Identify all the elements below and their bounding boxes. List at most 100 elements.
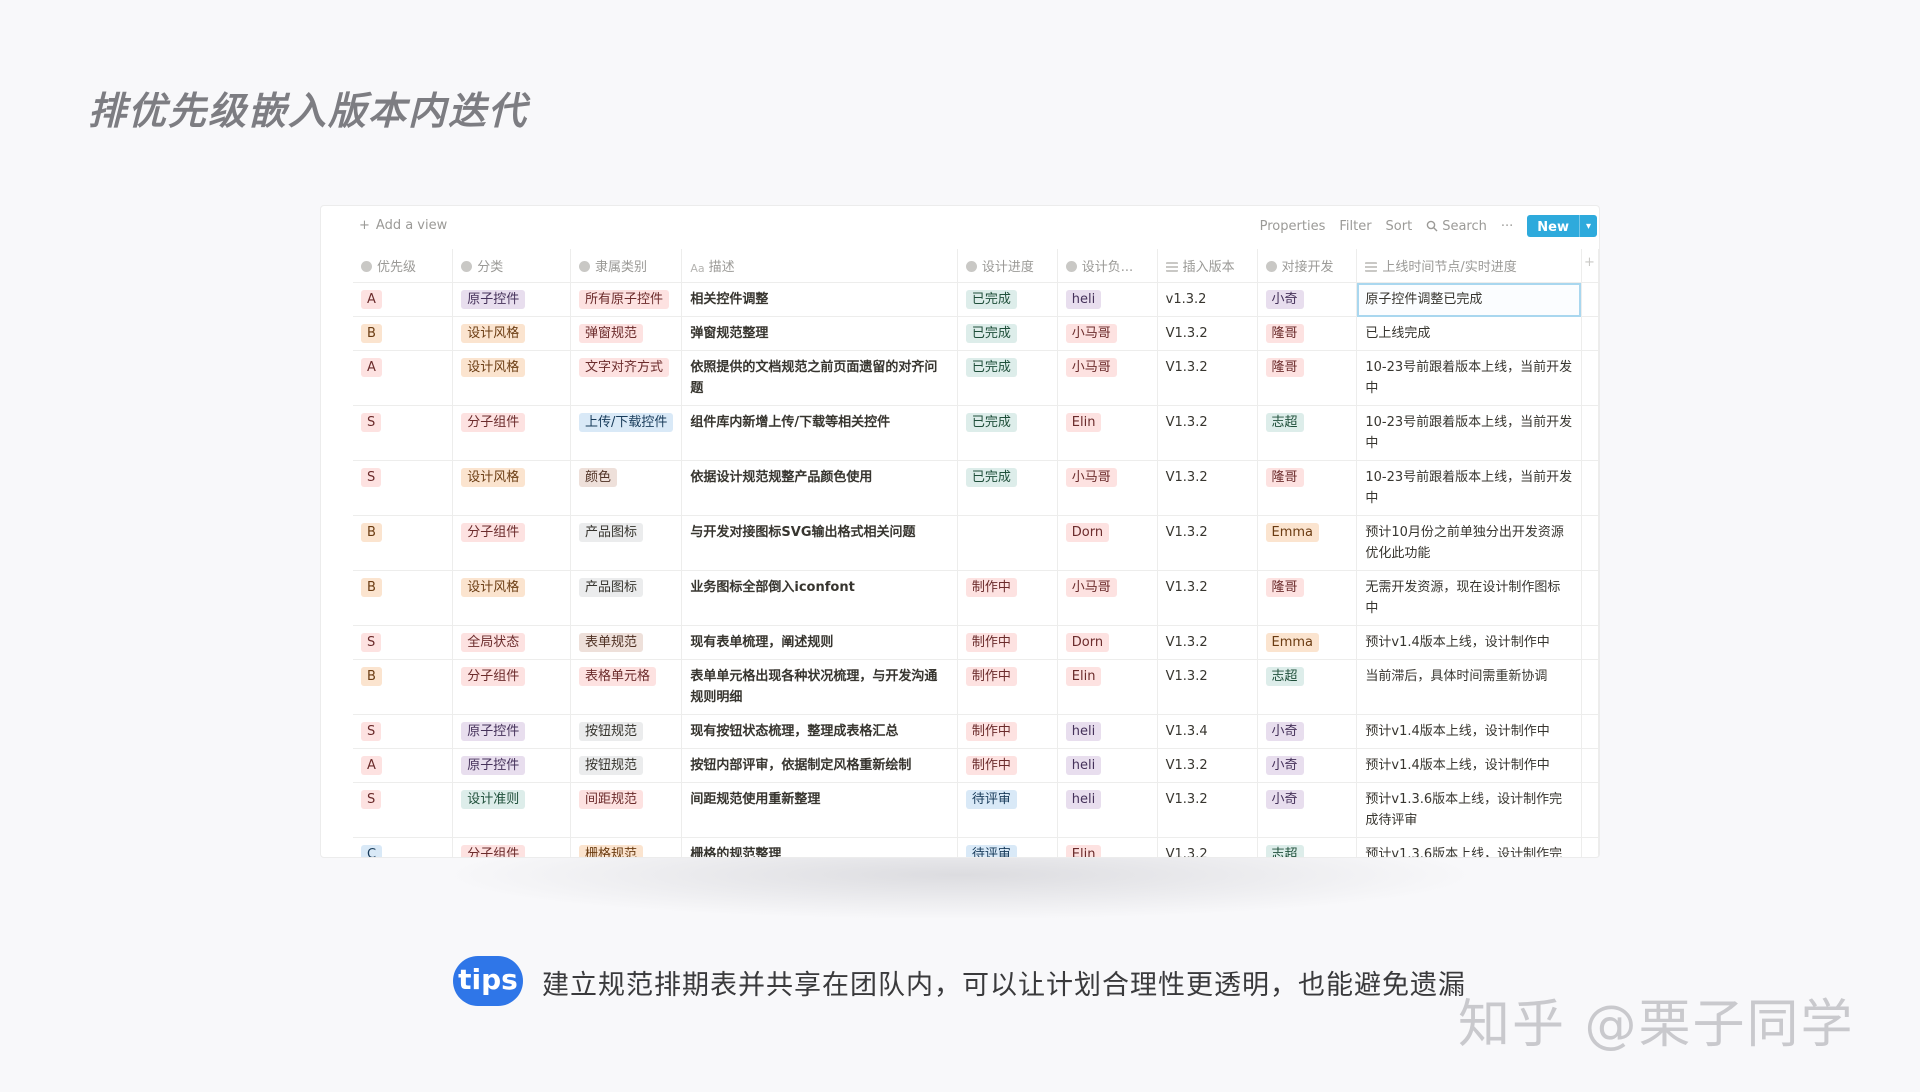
category-cell[interactable]: 分子组件 — [452, 405, 571, 461]
table-row[interactable]: A 原子控件 按钮规范 按钮内部评审，依据制定风格重新绘制 制作中 heli V1.3.2 小… — [353, 748, 1599, 783]
priority-cell[interactable]: S — [353, 405, 454, 461]
progress-cell[interactable]: 预计v1.3.6版本上线，设计制作完成待评审 — [1356, 782, 1582, 838]
group-cell[interactable]: 按钮规范 — [570, 748, 683, 783]
priority-cell[interactable]: S — [353, 460, 454, 516]
group-cell[interactable]: 产品图标 — [570, 515, 683, 571]
developer-cell[interactable]: 小奇 — [1257, 282, 1358, 317]
progress-cell[interactable]: 10-23号前跟着版本上线，当前开发中 — [1356, 350, 1582, 406]
designer-cell[interactable]: 小马哥 — [1057, 350, 1158, 406]
table-row[interactable]: B 分子组件 产品图标 与开发对接图标SVG输出格式相关问题 Dorn V1.3.2 Emm… — [353, 515, 1599, 571]
developer-cell[interactable]: 隆哥 — [1257, 316, 1358, 351]
description-cell[interactable]: 依据设计规范规整产品颜色使用 — [681, 460, 958, 516]
table-row[interactable]: B 分子组件 表格单元格 表单单元格出现各种状况梳理，与开发沟通规则明细 制作中 Elin… — [353, 659, 1599, 715]
table-row[interactable]: A 设计风格 文字对齐方式 依照提供的文档规范之前页面遗留的对齐问题 已完成 小马哥 V1.… — [353, 350, 1599, 406]
developer-cell[interactable]: 隆哥 — [1257, 460, 1358, 516]
developer-cell[interactable]: 小奇 — [1257, 782, 1358, 838]
designer-cell[interactable]: heli — [1057, 282, 1158, 317]
designer-cell[interactable]: Elin — [1057, 837, 1158, 857]
developer-cell[interactable]: 隆哥 — [1257, 350, 1358, 406]
progress-cell[interactable]: 10-23号前跟着版本上线，当前开发中 — [1356, 405, 1582, 461]
version-cell[interactable]: V1.3.2 — [1157, 350, 1258, 406]
version-cell[interactable]: V1.3.2 — [1157, 515, 1258, 571]
column-header[interactable]: 隶属类别 — [570, 249, 683, 283]
category-cell[interactable]: 设计风格 — [452, 570, 571, 626]
developer-cell[interactable]: Emma — [1257, 625, 1358, 660]
designer-cell[interactable]: heli — [1057, 748, 1158, 783]
version-cell[interactable]: V1.3.2 — [1157, 570, 1258, 626]
priority-cell[interactable]: A — [353, 350, 454, 406]
design-status-cell[interactable]: 待评审 — [957, 782, 1058, 838]
description-cell[interactable]: 表单单元格出现各种状况梳理，与开发沟通规则明细 — [681, 659, 958, 715]
priority-cell[interactable]: B — [353, 515, 454, 571]
group-cell[interactable]: 栅格规范 — [570, 837, 683, 857]
description-cell[interactable]: 间距规范使用重新整理 — [681, 782, 958, 838]
description-cell[interactable]: 现有表单梳理，阐述规则 — [681, 625, 958, 660]
version-cell[interactable]: V1.3.2 — [1157, 405, 1258, 461]
group-cell[interactable]: 弹窗规范 — [570, 316, 683, 351]
designer-cell[interactable]: 小马哥 — [1057, 460, 1158, 516]
designer-cell[interactable]: heli — [1057, 782, 1158, 838]
add-property-button[interactable]: + — [1581, 249, 1599, 283]
priority-cell[interactable]: B — [353, 570, 454, 626]
progress-cell[interactable]: 原子控件调整已完成 — [1356, 282, 1582, 317]
design-status-cell[interactable]: 制作中 — [957, 659, 1058, 715]
design-status-cell[interactable]: 制作中 — [957, 714, 1058, 749]
design-status-cell[interactable]: 制作中 — [957, 625, 1058, 660]
progress-cell[interactable]: 10-23号前跟着版本上线，当前开发中 — [1356, 460, 1582, 516]
description-cell[interactable]: 按钮内部评审，依据制定风格重新绘制 — [681, 748, 958, 783]
version-cell[interactable]: V1.3.2 — [1157, 659, 1258, 715]
sort-button[interactable]: Sort — [1386, 219, 1413, 234]
design-status-cell[interactable]: 已完成 — [957, 460, 1058, 516]
table-row[interactable]: S 设计风格 颜色 依据设计规范规整产品颜色使用 已完成 小马哥 V1.3.2 隆哥 10-23… — [353, 460, 1599, 516]
table-row[interactable]: A 原子控件 所有原子控件 相关控件调整 已完成 heli v1.3.2 小奇 原子控件调整已完… — [353, 282, 1599, 317]
designer-cell[interactable]: Elin — [1057, 659, 1158, 715]
category-cell[interactable]: 分子组件 — [452, 837, 571, 857]
design-status-cell[interactable]: 已完成 — [957, 316, 1058, 351]
description-cell[interactable]: 现有按钮状态梳理，整理成表格汇总 — [681, 714, 958, 749]
developer-cell[interactable]: Emma — [1257, 515, 1358, 571]
developer-cell[interactable]: 小奇 — [1257, 748, 1358, 783]
design-status-cell[interactable]: 已完成 — [957, 282, 1058, 317]
properties-button[interactable]: Properties — [1260, 219, 1326, 234]
priority-cell[interactable]: S — [353, 782, 454, 838]
designer-cell[interactable]: 小马哥 — [1057, 316, 1158, 351]
category-cell[interactable]: 原子控件 — [452, 714, 571, 749]
progress-cell[interactable]: 预计v1.4版本上线，设计制作中 — [1356, 748, 1582, 783]
design-status-cell[interactable]: 已完成 — [957, 405, 1058, 461]
category-cell[interactable]: 分子组件 — [452, 515, 571, 571]
column-header[interactable]: 上线时间节点/实时进度 — [1356, 249, 1582, 283]
group-cell[interactable]: 按钮规范 — [570, 714, 683, 749]
design-status-cell[interactable]: 制作中 — [957, 748, 1058, 783]
progress-cell[interactable]: 预计10月份之前单独分出开发资源优化此功能 — [1356, 515, 1582, 571]
priority-cell[interactable]: A — [353, 748, 454, 783]
search-button[interactable]: Search — [1426, 219, 1487, 234]
version-cell[interactable]: v1.3.2 — [1157, 282, 1258, 317]
column-header[interactable]: 设计负... — [1057, 249, 1158, 283]
developer-cell[interactable]: 志超 — [1257, 837, 1358, 857]
description-cell[interactable]: 业务图标全部倒入iconfont — [681, 570, 958, 626]
priority-cell[interactable]: S — [353, 625, 454, 660]
priority-cell[interactable]: B — [353, 659, 454, 715]
progress-cell[interactable]: 已上线完成 — [1356, 316, 1582, 351]
column-header[interactable]: 分类 — [452, 249, 571, 283]
design-status-cell[interactable]: 已完成 — [957, 350, 1058, 406]
description-cell[interactable]: 弹窗规范整理 — [681, 316, 958, 351]
design-status-cell[interactable]: 制作中 — [957, 570, 1058, 626]
column-header[interactable]: 对接开发 — [1257, 249, 1358, 283]
category-cell[interactable]: 设计风格 — [452, 316, 571, 351]
category-cell[interactable]: 原子控件 — [452, 748, 571, 783]
group-cell[interactable]: 产品图标 — [570, 570, 683, 626]
group-cell[interactable]: 上传/下载控件 — [570, 405, 683, 461]
filter-button[interactable]: Filter — [1339, 219, 1371, 234]
version-cell[interactable]: V1.3.2 — [1157, 748, 1258, 783]
group-cell[interactable]: 表单规范 — [570, 625, 683, 660]
version-cell[interactable]: V1.3.2 — [1157, 460, 1258, 516]
add-view-button[interactable]: + Add a view — [359, 218, 447, 233]
version-cell[interactable]: V1.3.4 — [1157, 714, 1258, 749]
designer-cell[interactable]: 小马哥 — [1057, 570, 1158, 626]
category-cell[interactable]: 全局状态 — [452, 625, 571, 660]
table-row[interactable]: S 设计准则 间距规范 间距规范使用重新整理 待评审 heli V1.3.2 小奇 预计v1.3… — [353, 782, 1599, 838]
column-header[interactable]: 设计进度 — [957, 249, 1058, 283]
category-cell[interactable]: 设计风格 — [452, 350, 571, 406]
column-header[interactable]: 优先级 — [353, 249, 454, 283]
